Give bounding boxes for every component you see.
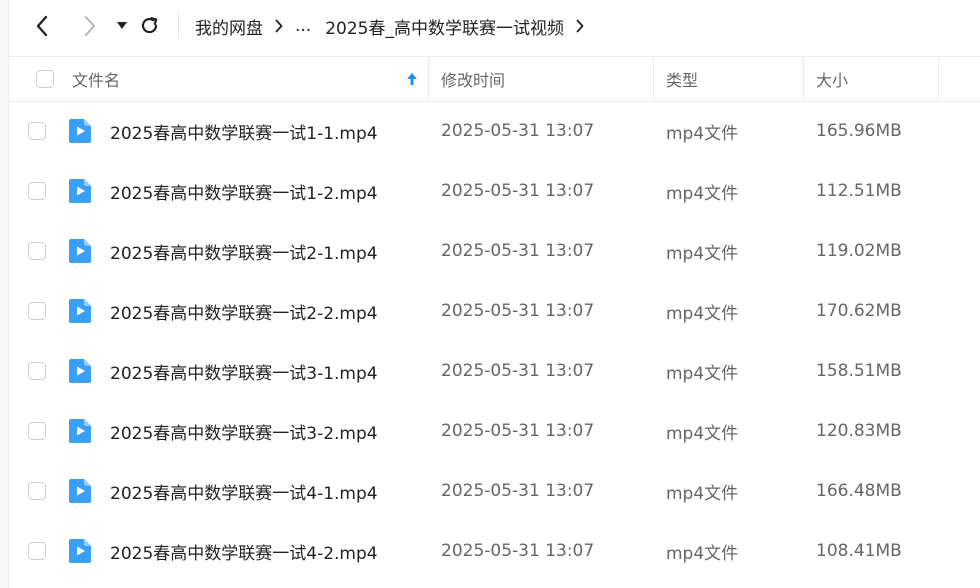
file-name[interactable]: 2025春高中数学联赛一试3-1.mp4 — [110, 341, 378, 401]
video-file-icon — [69, 179, 91, 203]
column-header-type-label: 类型 — [666, 71, 699, 90]
file-type: mp4文件 — [666, 483, 739, 504]
video-file-icon — [69, 239, 91, 263]
file-type: mp4文件 — [666, 123, 739, 144]
file-type: mp4文件 — [666, 243, 739, 264]
video-file-icon — [69, 419, 91, 443]
breadcrumb-separator-icon — [275, 19, 283, 33]
file-row[interactable]: 2025春高中数学联赛一试1-2.mp4 2025-05-31 13:07 mp4文… — [8, 161, 980, 221]
file-row-checkbox[interactable] — [28, 122, 46, 140]
file-list: 2025春高中数学联赛一试1-1.mp4 2025-05-31 13:07 mp4文… — [8, 101, 980, 581]
column-divider[interactable] — [428, 57, 429, 101]
file-row[interactable]: 2025春高中数学联赛一试2-2.mp4 2025-05-31 13:07 mp4文… — [8, 281, 980, 341]
video-file-icon — [69, 359, 91, 383]
breadcrumb-root[interactable]: 我的网盘 — [195, 14, 263, 39]
file-type: mp4文件 — [666, 183, 739, 204]
column-header-size[interactable]: 大小 — [816, 57, 848, 101]
column-divider[interactable] — [938, 57, 939, 101]
file-size: 112.51MB — [816, 181, 902, 201]
file-modified-time: 2025-05-31 13:07 — [441, 481, 595, 501]
back-button[interactable] — [26, 10, 58, 42]
file-size: 108.41MB — [816, 541, 902, 561]
video-file-icon — [69, 539, 91, 563]
breadcrumb-ellipsis[interactable]: ... — [295, 16, 311, 36]
file-row[interactable]: 2025春高中数学联赛一试4-1.mp4 2025-05-31 13:07 mp4文… — [8, 461, 980, 521]
file-row-checkbox[interactable] — [28, 242, 46, 260]
toolbar: 我的网盘 ... 2025春_高中数学联赛一试视频 — [8, 0, 980, 52]
file-list-header: 文件名 修改时间 类型 大小 — [8, 56, 980, 102]
file-name[interactable]: 2025春高中数学联赛一试2-1.mp4 — [110, 221, 378, 281]
file-modified-time: 2025-05-31 13:07 — [441, 421, 595, 441]
column-header-size-label: 大小 — [816, 71, 849, 90]
refresh-button[interactable] — [134, 10, 166, 42]
caret-down-icon — [117, 22, 127, 29]
file-name[interactable]: 2025春高中数学联赛一试1-2.mp4 — [110, 161, 378, 221]
file-modified-time: 2025-05-31 13:07 — [441, 181, 595, 201]
file-row[interactable]: 2025春高中数学联赛一试2-1.mp4 2025-05-31 13:07 mp4文… — [8, 221, 980, 281]
column-divider[interactable] — [653, 57, 654, 101]
file-size: 119.02MB — [816, 241, 902, 261]
breadcrumb-current-folder[interactable]: 2025春_高中数学联赛一试视频 — [325, 14, 564, 39]
file-name[interactable]: 2025春高中数学联赛一试2-2.mp4 — [110, 281, 378, 341]
file-type: mp4文件 — [666, 423, 739, 444]
file-type: mp4文件 — [666, 363, 739, 384]
forward-button[interactable] — [74, 10, 106, 42]
file-modified-time: 2025-05-31 13:07 — [441, 301, 595, 321]
breadcrumb-separator-icon — [576, 19, 584, 33]
file-row-checkbox[interactable] — [28, 542, 46, 560]
file-modified-time: 2025-05-31 13:07 — [441, 121, 595, 141]
file-size: 170.62MB — [816, 301, 902, 321]
file-row-checkbox[interactable] — [28, 182, 46, 200]
toolbar-divider — [178, 13, 179, 39]
column-divider[interactable] — [803, 57, 804, 101]
file-modified-time: 2025-05-31 13:07 — [441, 541, 595, 561]
file-name[interactable]: 2025春高中数学联赛一试4-1.mp4 — [110, 461, 378, 521]
file-modified-time: 2025-05-31 13:07 — [441, 361, 595, 381]
select-all-checkbox[interactable] — [36, 70, 54, 88]
column-header-name-label: 文件名 — [72, 71, 121, 90]
column-header-type[interactable]: 类型 — [666, 57, 698, 101]
column-header-modified-label: 修改时间 — [441, 71, 506, 90]
video-file-icon — [69, 299, 91, 323]
column-header-modified[interactable]: 修改时间 — [441, 57, 505, 101]
file-row-checkbox[interactable] — [28, 422, 46, 440]
file-row[interactable]: 2025春高中数学联赛一试1-1.mp4 2025-05-31 13:07 mp4文… — [8, 101, 980, 161]
chevron-right-icon — [85, 16, 95, 36]
file-row[interactable]: 2025春高中数学联赛一试4-2.mp4 2025-05-31 13:07 mp4文… — [8, 521, 980, 581]
file-row[interactable]: 2025春高中数学联赛一试3-2.mp4 2025-05-31 13:07 mp4文… — [8, 401, 980, 461]
file-row-checkbox[interactable] — [28, 482, 46, 500]
column-header-name[interactable]: 文件名 — [72, 57, 120, 101]
history-dropdown-button[interactable] — [112, 10, 132, 42]
file-size: 120.83MB — [816, 421, 902, 441]
file-size: 158.51MB — [816, 361, 902, 381]
file-size: 165.96MB — [816, 121, 902, 141]
file-row[interactable]: 2025春高中数学联赛一试3-1.mp4 2025-05-31 13:07 mp4文… — [8, 341, 980, 401]
file-name[interactable]: 2025春高中数学联赛一试3-2.mp4 — [110, 401, 378, 461]
file-type: mp4文件 — [666, 543, 739, 564]
file-size: 166.48MB — [816, 481, 902, 501]
file-row-checkbox[interactable] — [28, 362, 46, 380]
refresh-icon — [141, 17, 158, 34]
file-row-checkbox[interactable] — [28, 302, 46, 320]
sort-arrow-up-icon[interactable] — [406, 57, 418, 101]
video-file-icon — [69, 479, 91, 503]
file-name[interactable]: 2025春高中数学联赛一试4-2.mp4 — [110, 521, 378, 581]
file-type: mp4文件 — [666, 303, 739, 324]
file-name[interactable]: 2025春高中数学联赛一试1-1.mp4 — [110, 101, 378, 161]
file-modified-time: 2025-05-31 13:07 — [441, 241, 595, 261]
chevron-left-icon — [36, 15, 48, 37]
video-file-icon — [69, 119, 91, 143]
